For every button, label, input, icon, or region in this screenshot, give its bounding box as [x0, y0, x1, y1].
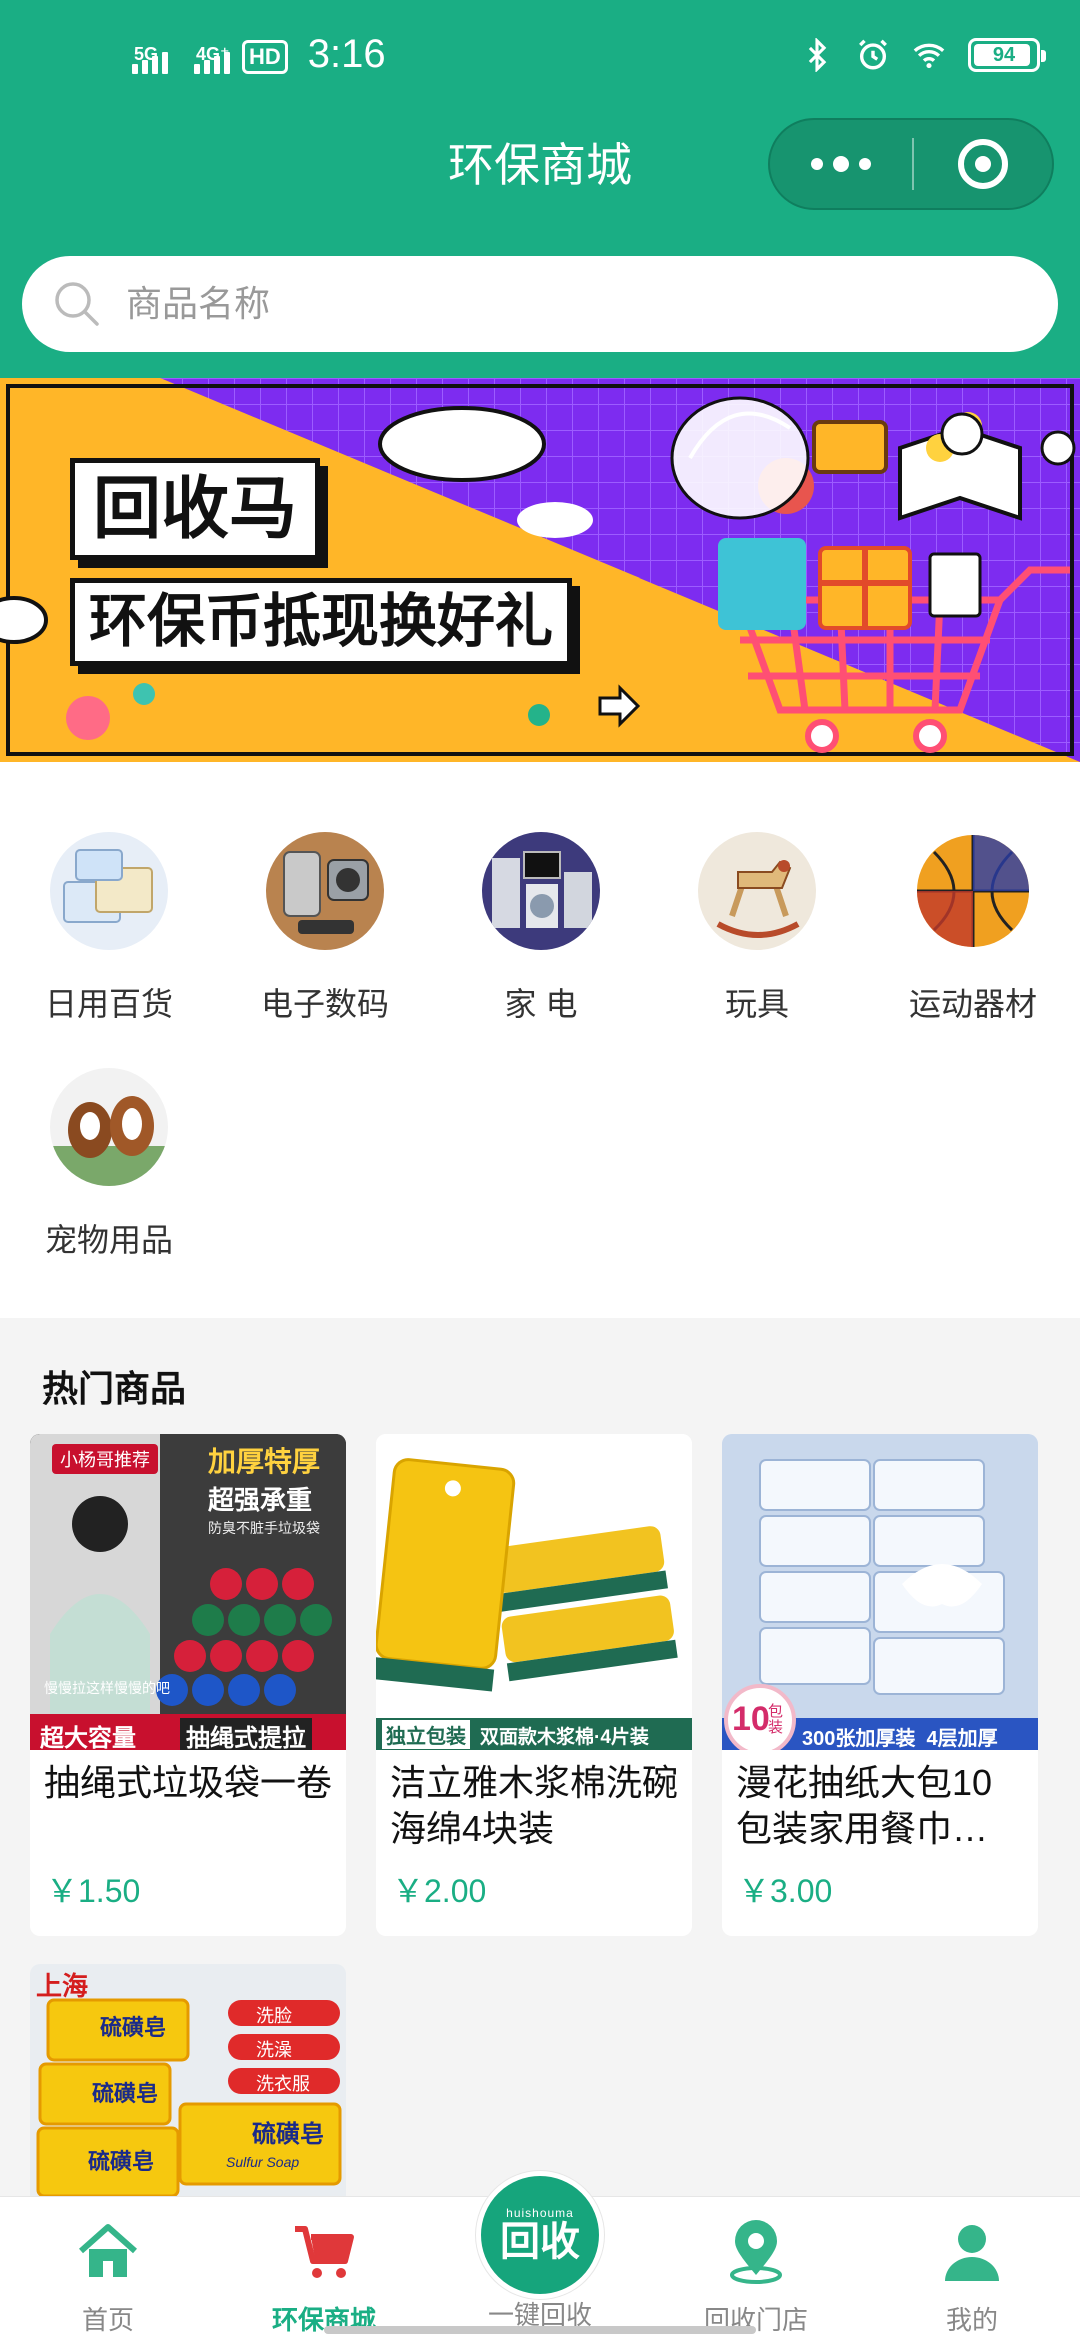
- banner-subheadline: 环保币抵现换好礼: [70, 578, 573, 666]
- home-icon: [79, 2224, 137, 2277]
- category-label: 运动器材: [908, 986, 1037, 1022]
- product-name: 漫花抽纸大包10包装家用餐巾…: [736, 1762, 993, 1849]
- product-card[interactable]: 独立包装 双面款木浆棉·4片装 洁立雅木浆棉洗碗海绵4块装 ￥2.00: [376, 1434, 692, 1936]
- status-bar: 5G 4G⁺ HD 3:16 94: [0, 0, 1080, 118]
- cart-icon: [295, 2226, 354, 2278]
- signal-4g-icon: 4G⁺: [194, 44, 230, 74]
- category-electronics[interactable]: 电子数码: [230, 832, 420, 1025]
- miniprogram-capsule: [768, 118, 1054, 210]
- target-icon: [958, 139, 1008, 189]
- product-price: ￥2.00: [392, 1873, 487, 1909]
- category-pet-supplies[interactable]: 宠物用品: [14, 1068, 204, 1261]
- tab-eco-mall[interactable]: 环保商城: [216, 2197, 432, 2340]
- close-miniprogram-button[interactable]: [914, 120, 1052, 208]
- category-daily-goods[interactable]: 日用百货: [14, 832, 204, 1025]
- alarm-icon: [859, 39, 887, 70]
- brand-text: huishouma: [506, 2206, 574, 2220]
- dogs-icon: [50, 1068, 168, 1186]
- search-bar[interactable]: [22, 256, 1058, 352]
- category-grid: 日用百货 电子数码 家 电 玩具 运动器材 宠物用品: [0, 762, 1080, 1318]
- category-label: 日用百货: [44, 986, 173, 1022]
- category-toys[interactable]: 玩具: [662, 832, 852, 1025]
- recycle-logo-button[interactable]: huishouma 回收: [476, 2171, 604, 2299]
- product-price: ￥1.50: [46, 1873, 141, 1909]
- hd-voice-icon: HD: [242, 40, 288, 74]
- category-label: 家 电: [504, 986, 578, 1022]
- category-label: 电子数码: [260, 986, 389, 1022]
- banner-headline: 回收马: [70, 458, 321, 560]
- promo-banner[interactable]: 回收马 环保币抵现换好礼: [0, 378, 1080, 762]
- basketball-icon: [914, 832, 1032, 950]
- product-price: ￥3.00: [738, 1873, 833, 1909]
- product-card[interactable]: 10 包装 300张加厚装 4层加厚 漫花抽纸大包10包装家用餐巾… ￥3.00: [722, 1434, 1038, 1936]
- bottom-tab-bar: 首页 环保商城 一键回收 huishouma 回收 回收门店 我的: [0, 2171, 1080, 2340]
- wifi-icon: [913, 43, 945, 69]
- more-menu-button[interactable]: [770, 120, 912, 208]
- tissue-pack-icon: [50, 832, 168, 950]
- banner-dot-active: [528, 704, 550, 726]
- bluetooth-icon: [808, 38, 827, 72]
- clock: 3:16: [307, 32, 386, 76]
- recycle-logo-icon: 回收: [500, 2220, 580, 2264]
- category-appliances[interactable]: 家 电: [446, 832, 636, 1025]
- tab-label: 我的: [945, 2305, 998, 2335]
- product-name: 抽绳式垃圾袋一卷: [44, 1762, 333, 1803]
- product-card[interactable]: 小杨哥推荐 加厚特厚 超强承重 防臭不脏手垃圾袋 慢慢拉这样慢慢的吧 超大容量 …: [30, 1434, 346, 1936]
- rocking-horse-icon: [698, 832, 816, 950]
- battery-icon: 94: [968, 38, 1046, 72]
- tab-recycle-stores[interactable]: 回收门店: [648, 2197, 864, 2340]
- phone-accessories-icon: [266, 832, 384, 950]
- product-image: 小杨哥推荐 加厚特厚 超强承重 防臭不脏手垃圾袋 慢慢拉这样慢慢的吧 超大容量 …: [30, 1434, 346, 1750]
- product-card[interactable]: 上海 硫磺皂 硫磺皂 硫磺皂 硫磺皂 Sulfur Soap 洗脸 洗澡 洗衣服: [30, 1964, 346, 2196]
- hot-goods-title: 热门商品: [42, 1368, 187, 1409]
- category-label: 宠物用品: [44, 1222, 173, 1258]
- tab-label: 首页: [81, 2305, 134, 2335]
- product-image: 独立包装 双面款木浆棉·4片装: [376, 1434, 692, 1750]
- home-indicator: [324, 2326, 756, 2334]
- product-name: 洁立雅木浆棉洗碗海绵4块装: [390, 1762, 679, 1849]
- category-sports[interactable]: 运动器材: [878, 832, 1068, 1025]
- search-input[interactable]: [126, 283, 926, 325]
- tab-home[interactable]: 首页: [0, 2197, 216, 2340]
- product-image: 10 包装 300张加厚装 4层加厚: [722, 1434, 1038, 1750]
- user-icon: [945, 2225, 999, 2281]
- home-appliances-icon: [482, 832, 600, 950]
- app-header: 5G 4G⁺ HD 3:16 94 环保商城: [0, 0, 1080, 378]
- category-label: 玩具: [724, 986, 789, 1022]
- tab-mine[interactable]: 我的: [864, 2197, 1080, 2340]
- signal-5g-icon: 5G: [132, 44, 168, 74]
- product-image: 上海 硫磺皂 硫磺皂 硫磺皂 硫磺皂 Sulfur Soap 洗脸 洗澡 洗衣服: [30, 1964, 346, 2196]
- banner-pagination: [528, 704, 550, 726]
- location-icon: [730, 2220, 782, 2284]
- search-icon: [55, 282, 99, 326]
